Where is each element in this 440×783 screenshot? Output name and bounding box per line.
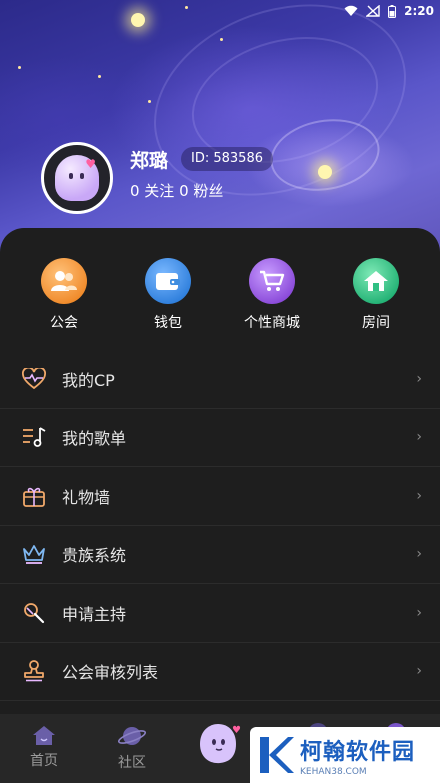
chevron-right-icon: › [416, 546, 422, 563]
star-dot [98, 75, 101, 78]
nav-home[interactable]: 首页 [14, 724, 74, 770]
nav-profile-ghost-button[interactable]: ♥ [194, 722, 242, 766]
menu-item-gift-wall[interactable]: 礼物墙 › [0, 467, 440, 526]
svg-text:♥: ♥ [232, 725, 241, 736]
chevron-right-icon: › [416, 604, 422, 621]
heart-pulse-icon [22, 367, 46, 391]
quick-action-shop[interactable]: 个性商城 [227, 258, 317, 332]
user-id-badge: ID: 583586 [181, 147, 273, 171]
heart-icon: ♥ [85, 157, 96, 171]
star-dot [220, 38, 223, 41]
nav-label: 首页 [30, 753, 58, 769]
watermark-title: 柯翰软件园 [300, 739, 416, 765]
follow-stats[interactable]: 0 关注 0 粉丝 [130, 180, 223, 201]
nav-label: 社区 [118, 755, 146, 771]
menu-item-label: 礼物墙 [62, 487, 111, 507]
home-icon [33, 726, 55, 745]
no-signal-icon [366, 5, 380, 17]
menu-item-my-playlist[interactable]: 我的歌单 › [0, 409, 440, 467]
menu-item-label: 我的歌单 [62, 429, 127, 449]
crown-icon [22, 542, 46, 566]
avatar[interactable]: ♥ [41, 142, 113, 214]
chevron-right-icon: › [416, 487, 422, 504]
planet-icon [118, 727, 146, 745]
menu-item-label: 申请主持 [62, 604, 127, 624]
chevron-right-icon: › [416, 370, 422, 387]
nav-community[interactable]: 社区 [102, 724, 162, 772]
quick-action-label: 钱包 [154, 315, 182, 331]
chevron-right-icon: › [416, 663, 422, 680]
quick-action-label: 公会 [50, 315, 78, 331]
quick-action-wallet[interactable]: 钱包 [123, 258, 213, 332]
chevron-right-icon: › [416, 429, 422, 446]
quick-action-label: 房间 [362, 315, 390, 331]
menu-item-label: 公会审核列表 [62, 663, 159, 683]
wifi-icon [344, 5, 358, 16]
menu-item-label: 贵族系统 [62, 546, 127, 566]
menu-item-guild-review-list[interactable]: 公会审核列表 › [0, 643, 440, 701]
wallet-icon [145, 258, 191, 304]
star [318, 165, 332, 179]
playlist-icon [22, 425, 46, 449]
shop-cart-icon [249, 258, 295, 304]
watermark-url: KEHAN38.COM [300, 766, 367, 777]
star-dot [148, 100, 151, 103]
site-watermark: 柯翰软件园 KEHAN38.COM [250, 727, 440, 783]
menu-item-my-cp[interactable]: 我的CP › [0, 350, 440, 409]
quick-action-label: 个性商城 [244, 315, 300, 331]
menu-item-noble-system[interactable]: 贵族系统 › [0, 526, 440, 584]
menu-item-apply-host[interactable]: 申请主持 › [0, 584, 440, 643]
star-dot [18, 66, 21, 69]
microphone-icon [22, 601, 46, 625]
stamp-icon [22, 659, 46, 683]
house-icon [353, 258, 399, 304]
quick-action-room[interactable]: 房间 [331, 258, 421, 332]
username: 郑璐 [130, 150, 169, 172]
status-time: 2:20 [404, 4, 434, 18]
ghost-mascot-icon: ♥ [200, 724, 241, 764]
status-bar: 2:20 [0, 0, 440, 22]
guild-icon [41, 258, 87, 304]
quick-action-guild[interactable]: 公会 [19, 258, 109, 332]
gift-icon [22, 484, 46, 508]
settings-menu: 我的CP › 我的歌单 › 礼物墙 › 贵族系统 › 申请主持 › 公会审核列表 [0, 350, 440, 701]
battery-icon [388, 4, 397, 18]
watermark-logo [260, 737, 294, 773]
menu-item-label: 我的CP [62, 370, 115, 390]
